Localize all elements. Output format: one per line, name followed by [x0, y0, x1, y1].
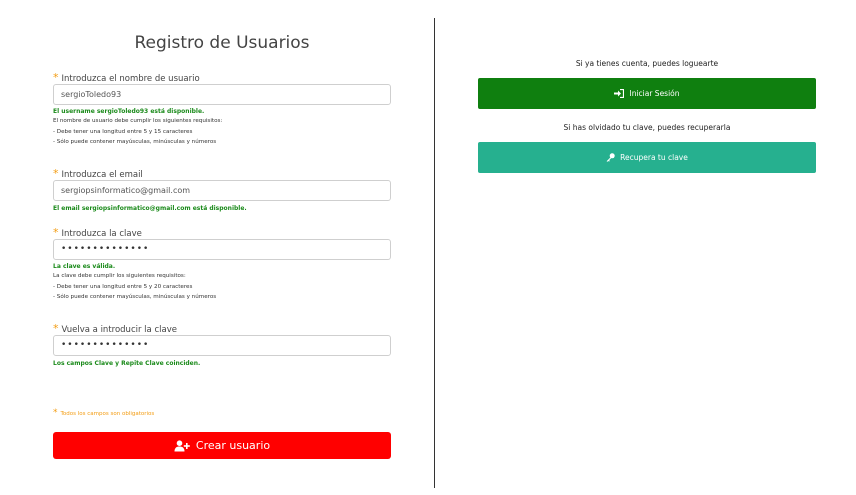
- email-status: El email sergiopsinformatico@gmail.com e…: [53, 205, 247, 212]
- username-input[interactable]: sergioToledo93: [53, 84, 391, 105]
- username-status: El username sergioToledo93 está disponib…: [53, 108, 205, 115]
- recover-prompt: Si has olvidado tu clave, puedes recuper…: [563, 123, 731, 132]
- password-input[interactable]: ••••••••••••••: [53, 239, 391, 260]
- create-user-label: Crear usuario: [195, 439, 271, 452]
- required-star: *: [53, 167, 59, 180]
- user-plus-icon: [174, 439, 190, 452]
- requirement-line: - Debe tener una longitud entre 5 y 15 c…: [53, 128, 193, 135]
- repeat-password-label-text: Vuelva a introducir la clave: [61, 325, 177, 335]
- login-prompt: Si ya tienes cuenta, puedes loguearte: [575, 59, 719, 68]
- key-icon: [606, 153, 615, 162]
- email-label: * Introduzca el email: [53, 167, 143, 180]
- login-button[interactable]: Iniciar Sesión: [478, 78, 816, 109]
- login-label: Iniciar Sesión: [629, 89, 680, 98]
- password-label: * Introduzca la clave: [53, 226, 142, 239]
- username-label: * Introduzca el nombre de usuario: [53, 71, 200, 84]
- required-star: *: [53, 71, 59, 84]
- requirement-line: - Debe tener una longitud entre 5 y 20 c…: [53, 283, 193, 290]
- password-requirements: La clave debe cumplir los siguientes req…: [53, 271, 216, 303]
- required-star: *: [53, 322, 59, 335]
- recover-password-label: Recupera tu clave: [620, 153, 688, 162]
- create-user-button[interactable]: Crear usuario: [53, 432, 391, 459]
- required-note: * Todos los campos son obligatorios: [53, 408, 154, 418]
- repeat-password-status: Los campos Clave y Repite Clave coincide…: [53, 360, 201, 367]
- username-requirements: El nombre de usuario debe cumplir los si…: [53, 116, 222, 148]
- page-title: Registro de Usuarios: [134, 33, 310, 53]
- email-label-text: Introduzca el email: [61, 170, 143, 180]
- required-note-text: Todos los campos son obligatorios: [60, 411, 155, 417]
- sign-in-icon: [614, 89, 625, 98]
- recover-password-button[interactable]: Recupera tu clave: [478, 142, 816, 173]
- password-label-text: Introduzca la clave: [61, 229, 142, 239]
- requirement-line: - Sólo puede contener mayúsculas, minúsc…: [53, 294, 217, 300]
- repeat-password-label: * Vuelva a introducir la clave: [53, 322, 177, 335]
- repeat-password-input[interactable]: ••••••••••••••: [53, 335, 391, 356]
- email-input[interactable]: sergiopsinformatico@gmail.com: [53, 180, 391, 201]
- requirement-line: El nombre de usuario debe cumplir los si…: [53, 118, 223, 124]
- column-divider: [434, 18, 435, 488]
- required-star: *: [53, 226, 59, 239]
- password-status: La clave es válida.: [53, 263, 116, 270]
- requirement-line: La clave debe cumplir los siguientes req…: [53, 273, 186, 279]
- requirement-line: - Sólo puede contener mayúsculas, minúsc…: [53, 139, 217, 145]
- username-label-text: Introduzca el nombre de usuario: [61, 74, 200, 84]
- required-star: *: [53, 408, 58, 418]
